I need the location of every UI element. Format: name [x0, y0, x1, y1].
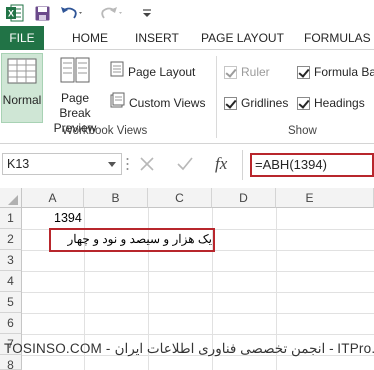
enter-check-icon[interactable] [175, 155, 195, 176]
normal-view-button[interactable]: Normal [1, 53, 43, 123]
page-layout-icon [110, 61, 124, 83]
headings-check-icon [297, 96, 310, 110]
page-layout-view-button[interactable]: Page Layout [110, 61, 196, 83]
column-header-a[interactable]: A [22, 188, 84, 208]
formula-bar: K13 fx =ABH(1394) [0, 146, 374, 186]
cell-a1[interactable]: 1394 [54, 211, 82, 225]
tab-home[interactable]: HOME [72, 26, 108, 50]
row-header-5[interactable]: 5 [0, 292, 22, 313]
quick-access-toolbar: X [0, 0, 374, 26]
formula-bar-check-icon [297, 65, 310, 79]
custom-views-button[interactable]: Custom Views [110, 92, 206, 114]
ruler-checkbox[interactable]: Ruler [224, 62, 270, 82]
watermark-text: TOSINSO.COM - انجمن تخصصی فناوری اطلاعات… [4, 341, 374, 356]
cell-a2[interactable]: یک هزار و سیصد و نود و چهار [52, 232, 212, 246]
undo-icon[interactable] [58, 3, 86, 23]
svg-text:X: X [8, 9, 14, 19]
row-header-4[interactable]: 4 [0, 271, 22, 292]
gridline [22, 313, 374, 314]
tab-insert[interactable]: INSERT [135, 26, 179, 50]
custom-views-label: Custom Views [129, 96, 206, 110]
gridline [22, 334, 374, 335]
row-header-2[interactable]: 2 [0, 229, 22, 250]
gridline [22, 292, 374, 293]
group-separator [216, 56, 217, 138]
formula-bar-checkbox[interactable]: Formula Ba [297, 62, 374, 82]
column-header-d[interactable]: D [212, 188, 276, 208]
name-box-dropdown-icon[interactable] [108, 162, 116, 167]
ribbon-view: Normal Page Break Preview Page Layout Cu… [0, 50, 374, 144]
page-break-preview-button[interactable]: Page Break Preview [45, 53, 105, 135]
customize-toolbar-icon[interactable] [140, 3, 154, 23]
row-header-3[interactable]: 3 [0, 250, 22, 271]
insert-function-button[interactable]: fx [215, 154, 227, 174]
name-box[interactable]: K13 [2, 153, 122, 175]
gridlines-check-icon [224, 96, 237, 110]
row-header-6[interactable]: 6 [0, 313, 22, 334]
tab-page-layout[interactable]: PAGE LAYOUT [201, 26, 284, 50]
page-layout-label: Page Layout [128, 65, 196, 79]
column-header-b[interactable]: B [84, 188, 148, 208]
ribbon-tabs: FILE HOME INSERT PAGE LAYOUT FORMULAS [0, 26, 374, 50]
headings-label: Headings [314, 96, 365, 110]
normal-view-label: Normal [2, 93, 42, 107]
save-icon[interactable] [32, 3, 52, 23]
tab-formulas[interactable]: FORMULAS [304, 26, 371, 50]
formula-bar-grip[interactable] [126, 155, 129, 173]
formula-bar-divider [242, 150, 243, 180]
row-header-8[interactable]: 8 [0, 355, 22, 370]
column-header-e[interactable]: E [276, 188, 374, 208]
show-group-label: Show [288, 125, 317, 137]
name-box-value: K13 [7, 157, 30, 171]
tab-file[interactable]: FILE [0, 26, 44, 50]
formula-input[interactable]: =ABH(1394) [250, 153, 374, 177]
ruler-label: Ruler [241, 65, 270, 79]
worksheet-grid[interactable]: A B C D E 1 2 3 4 5 6 7 8 1394 یک هزار و… [0, 188, 374, 370]
column-header-c[interactable]: C [148, 188, 212, 208]
normal-view-icon [7, 58, 37, 84]
workbook-views-group-label: Workbook Views [62, 125, 148, 137]
formula-bar-label: Formula Ba [314, 65, 374, 79]
page-break-label-line1: Page Break [59, 91, 91, 120]
gridline [22, 271, 374, 272]
select-all-corner[interactable] [0, 188, 22, 208]
page-break-preview-icon [60, 57, 90, 83]
redo-icon[interactable] [98, 3, 126, 23]
gridlines-label: Gridlines [241, 96, 289, 110]
excel-logo-icon[interactable]: X [4, 3, 26, 23]
row-header-1[interactable]: 1 [0, 208, 22, 229]
cancel-x-icon[interactable] [138, 155, 156, 176]
gridlines-checkbox[interactable]: Gridlines [224, 93, 288, 113]
headings-checkbox[interactable]: Headings [297, 93, 365, 113]
ruler-check-icon [224, 65, 237, 79]
custom-views-icon [110, 92, 125, 114]
